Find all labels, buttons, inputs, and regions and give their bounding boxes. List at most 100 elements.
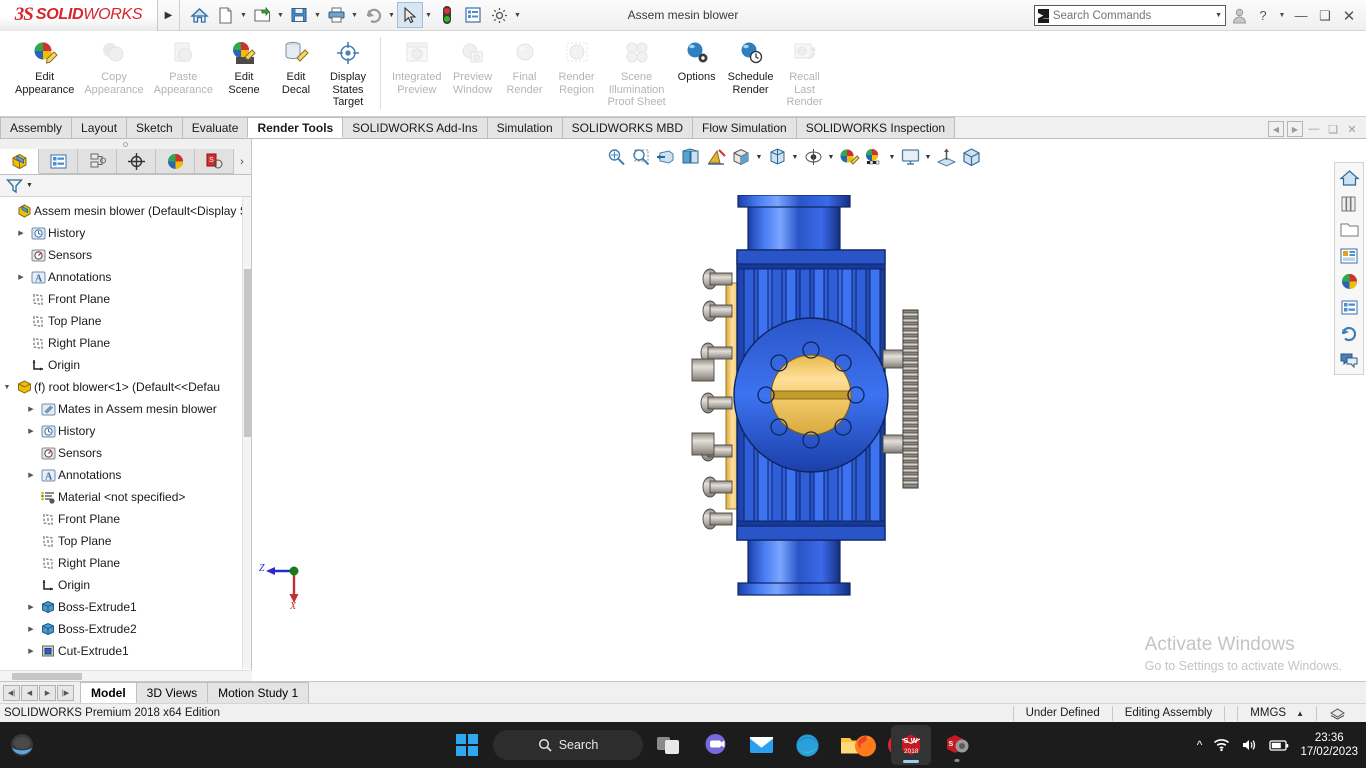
expander-collapsed-icon[interactable]: ▶: [24, 625, 38, 633]
tree-row-assembly[interactable]: Assem mesin blower (Default<Display S: [0, 200, 251, 222]
draft-analysis-icon[interactable]: [704, 145, 728, 169]
tree-row-boss-extrude1[interactable]: ▶ Boss-Extrude1: [0, 596, 251, 618]
rebuild-icon[interactable]: [434, 2, 460, 28]
overlay-stack-icon[interactable]: [1316, 705, 1358, 721]
tree-row-annotations[interactable]: ▶ A Annotations: [0, 266, 251, 288]
view-display-chevron-down-icon[interactable]: ▼: [923, 145, 933, 169]
tree-row-right-plane[interactable]: Right Plane: [0, 332, 251, 354]
expander-collapsed-icon[interactable]: ▶: [24, 405, 38, 413]
solidworks-viewer-icon[interactable]: S: [937, 725, 977, 765]
search-input[interactable]: [1052, 9, 1207, 22]
feature-tree[interactable]: Assem mesin blower (Default<Display S ▶ …: [0, 197, 251, 669]
tree-row-origin-part[interactable]: Origin: [0, 574, 251, 596]
tree-row-material[interactable]: Material <not specified>: [0, 486, 251, 508]
ribbon-edit-decal[interactable]: Edit Decal: [270, 34, 322, 117]
tree-row-right-plane-part[interactable]: Right Plane: [0, 552, 251, 574]
expander-collapsed-icon[interactable]: ▶: [24, 603, 38, 611]
minimize-icon[interactable]: —: [1290, 4, 1312, 28]
help-chevron-down-icon[interactable]: ▼: [1276, 4, 1288, 28]
bottom-tab-motion-study-1[interactable]: Motion Study 1: [207, 682, 310, 703]
tree-row-cut-extrude1[interactable]: ▶ Cut-Extrude1: [0, 640, 251, 662]
filter-chevron-down-icon[interactable]: ▼: [26, 182, 33, 189]
solidworks-forum-refresh-icon[interactable]: [1336, 321, 1362, 346]
tree-row-sensors[interactable]: Sensors: [0, 244, 251, 266]
ribbon-final-render[interactable]: Final Render: [499, 34, 551, 117]
mail-icon[interactable]: [741, 725, 781, 765]
tree-row-front-plane-part[interactable]: Front Plane: [0, 508, 251, 530]
tab-render-tools[interactable]: Render Tools: [247, 117, 344, 138]
ribbon-edit-scene[interactable]: Edit Scene: [218, 34, 270, 117]
ribbon-scene-illumination-proof-sheet[interactable]: Scene Illumination Proof Sheet: [603, 34, 671, 117]
settings-gear-icon[interactable]: [486, 2, 512, 28]
file-explorer-folder-icon[interactable]: [1336, 217, 1362, 242]
tree-filter-bar[interactable]: ▼: [0, 175, 251, 197]
open-chevron-down-icon[interactable]: ▼: [275, 2, 286, 28]
tree-row-history[interactable]: ▶ History: [0, 222, 251, 244]
zoom-to-area-icon[interactable]: [629, 145, 653, 169]
tree-row-annotations-part[interactable]: ▶ A Annotations: [0, 464, 251, 486]
ribbon-schedule-render[interactable]: Schedule Render: [723, 34, 779, 117]
prev-tab-icon[interactable]: ◀: [21, 684, 38, 701]
show-hidden-icons-chevron-up-icon[interactable]: ^: [1197, 738, 1203, 752]
battery-icon[interactable]: [1269, 739, 1289, 752]
tree-row-top-plane-part[interactable]: Top Plane: [0, 530, 251, 552]
tab-solidworks-mbd[interactable]: SOLIDWORKS MBD: [561, 117, 693, 138]
dimxpert-manager-tab[interactable]: [117, 149, 156, 174]
bottom-tab-model[interactable]: Model: [80, 682, 137, 703]
print-icon[interactable]: [323, 2, 349, 28]
ribbon-recall-last-render[interactable]: Recall Last Render: [779, 34, 831, 117]
hscroll-thumb[interactable]: [12, 673, 82, 680]
expander-collapsed-icon[interactable]: ▶: [14, 273, 28, 281]
select-chevron-down-icon[interactable]: ▼: [423, 2, 434, 28]
appearances-sphere-icon[interactable]: [1336, 269, 1362, 294]
design-library-icon[interactable]: [1336, 191, 1362, 216]
view-settings-eye-icon[interactable]: [801, 145, 825, 169]
new-document-icon[interactable]: [212, 2, 238, 28]
next-doc-icon[interactable]: ▶: [1287, 121, 1303, 137]
apply-scene-icon[interactable]: [862, 145, 886, 169]
tab-layout[interactable]: Layout: [71, 117, 128, 138]
ribbon-edit-appearance[interactable]: Edit Appearance: [10, 34, 79, 117]
tree-horizontal-scrollbar[interactable]: [0, 670, 252, 681]
display-style-icon[interactable]: [729, 145, 753, 169]
expander-collapsed-icon[interactable]: ▶: [14, 229, 28, 237]
prev-doc-icon[interactable]: ◀: [1268, 121, 1284, 137]
blower-model-render[interactable]: [690, 195, 940, 605]
firefox-icon[interactable]: [845, 725, 885, 765]
tree-row-origin[interactable]: Origin: [0, 354, 251, 376]
expander-collapsed-icon[interactable]: ▶: [24, 471, 38, 479]
edit-appearance-icon[interactable]: [837, 145, 861, 169]
tree-row-history-part[interactable]: ▶ History: [0, 420, 251, 442]
restore-doc-icon[interactable]: ❑: [1325, 121, 1341, 137]
volume-icon[interactable]: [1241, 738, 1258, 752]
comments-icon[interactable]: [1336, 347, 1362, 372]
restore-icon[interactable]: ❑: [1314, 4, 1336, 28]
panel-tabs-more-icon[interactable]: ›: [234, 149, 250, 174]
filter-funnel-icon[interactable]: [6, 178, 23, 194]
apply-scene-chevron-down-icon[interactable]: ▼: [887, 145, 897, 169]
settings-chevron-down-icon[interactable]: ▼: [512, 2, 523, 28]
3d-view-cube-icon[interactable]: [959, 145, 983, 169]
next-tab-icon[interactable]: ▶: [39, 684, 56, 701]
task-view-icon[interactable]: [649, 725, 689, 765]
tab-assembly[interactable]: Assembly: [0, 117, 73, 138]
tree-row-sensors-part[interactable]: Sensors: [0, 442, 251, 464]
tab-flow-simulation[interactable]: Flow Simulation: [692, 117, 797, 138]
tree-row-mates[interactable]: ▶ Mates in Assem mesin blower: [0, 398, 251, 420]
close-icon[interactable]: ✕: [1338, 4, 1360, 28]
zoom-to-fit-icon[interactable]: [604, 145, 628, 169]
search-commands-box[interactable]: ▶_ ▼: [1034, 5, 1226, 26]
ribbon-render-region[interactable]: Render Region: [551, 34, 603, 117]
menu-expand-arrow-icon[interactable]: ▶: [158, 0, 180, 31]
property-manager-tab[interactable]: [39, 149, 78, 174]
units-chevron-up-icon[interactable]: ▲: [1296, 709, 1304, 718]
tab-evaluate[interactable]: Evaluate: [181, 117, 249, 138]
ribbon-preview-window[interactable]: Preview Window: [447, 34, 499, 117]
wifi-icon[interactable]: [1213, 738, 1230, 752]
undo-chevron-down-icon[interactable]: ▼: [386, 2, 397, 28]
feature-manager-tab[interactable]: [0, 149, 39, 174]
taskbar-search-box[interactable]: Search: [493, 730, 643, 760]
print-chevron-down-icon[interactable]: ▼: [349, 2, 360, 28]
hide-show-chevron-down-icon[interactable]: ▼: [790, 145, 800, 169]
panel-grip-handle[interactable]: [0, 139, 251, 149]
